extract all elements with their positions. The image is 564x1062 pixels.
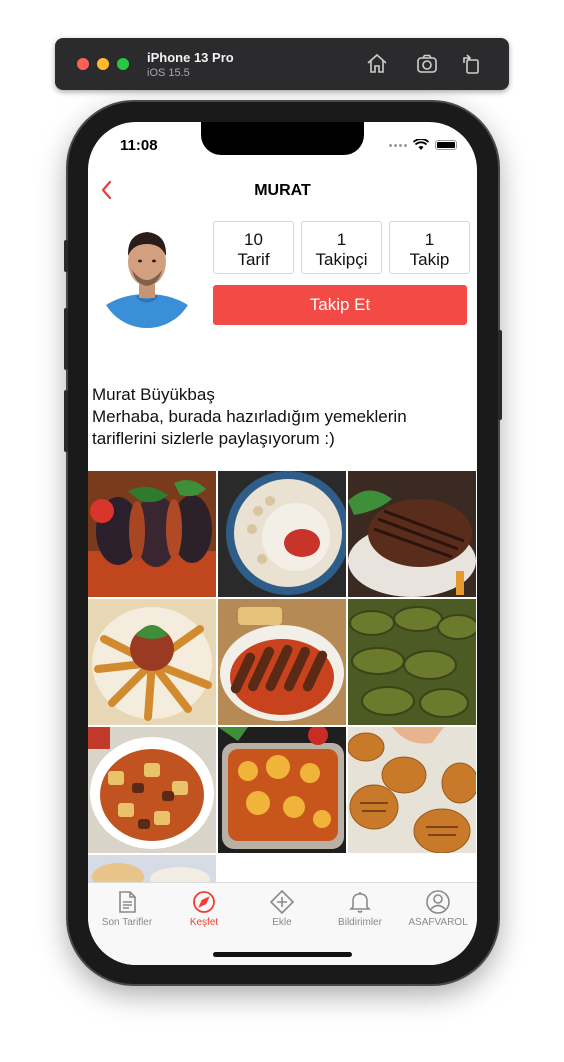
rotate-icon[interactable] [459, 52, 483, 76]
app-screen: 11:08 MURAT 10 Tarif 1 Takipçi 1 Takip T… [88, 122, 477, 965]
simulator-toolbar: iPhone 13 Pro iOS 15.5 [55, 38, 509, 90]
avatar [99, 214, 195, 328]
tab-kesfet[interactable]: Keşfet [165, 889, 243, 928]
meat-potato-stew-photo[interactable] [88, 727, 216, 853]
screenshot-icon[interactable] [415, 52, 439, 76]
recipe-count-label: Tarif [237, 250, 270, 269]
device-name: iPhone 13 Pro [147, 50, 234, 65]
tab-label-asafvarol: ASAFVAROL [408, 917, 468, 928]
compass-icon [191, 889, 217, 915]
tab-label-son-tarifler: Son Tarifler [101, 917, 153, 928]
borek-rolls-photo[interactable] [88, 599, 216, 725]
tab-label-bildirimler: Bildirimler [338, 917, 382, 928]
bread-photo[interactable] [88, 855, 216, 883]
tab-son-tarifler[interactable]: Son Tarifler [88, 889, 166, 928]
followers-count-label: Takipçi [315, 250, 368, 269]
stuffed-grape-leaves-photo[interactable] [348, 599, 476, 725]
follow-button[interactable]: Takip Et [213, 285, 467, 325]
following-count-label: Takip [409, 250, 450, 269]
status-time: 11:08 [120, 137, 158, 154]
user-circle-icon [425, 889, 451, 915]
volume-down-button [64, 390, 68, 452]
casserole-photo[interactable] [218, 727, 346, 853]
manti-photo[interactable] [218, 471, 346, 597]
profile-name: Murat Büyükbaş [92, 385, 215, 404]
following-count: 1 [424, 230, 435, 249]
bread-rolls-photo[interactable] [348, 727, 476, 853]
close-window-button[interactable] [77, 58, 89, 70]
document-icon [114, 889, 140, 915]
signal-icon [389, 143, 407, 147]
recipe-count-button[interactable]: 10 Tarif [213, 221, 294, 274]
volume-up-button [64, 308, 68, 370]
power-button [498, 330, 502, 420]
tab-label-kesfet: Keşfet [189, 917, 219, 928]
add-diamond-icon [269, 889, 295, 915]
followers-count: 1 [336, 230, 347, 249]
wifi-icon [413, 139, 429, 150]
minimize-window-button[interactable] [97, 58, 109, 70]
bell-icon [347, 889, 373, 915]
os-version: iOS 15.5 [147, 67, 190, 79]
kofte-kebab-photo[interactable] [218, 599, 346, 725]
page-title: MURAT [254, 182, 311, 199]
bio-text: Merhaba, burada hazırladığım yemeklerin … [92, 407, 407, 448]
tab-bildirimler[interactable]: Bildirimler [321, 889, 399, 928]
eggplant-kebab-photo[interactable] [88, 471, 216, 597]
notch [201, 122, 364, 155]
profile-bio: Murat Büyükbaş Merhaba, burada hazırladı… [92, 384, 472, 450]
mute-switch [64, 240, 68, 272]
battery-icon [435, 140, 457, 150]
tab-ekle[interactable]: Ekle [243, 889, 321, 928]
home-indicator[interactable] [213, 952, 352, 957]
following-count-button[interactable]: 1 Takip [389, 221, 470, 274]
home-icon[interactable] [365, 52, 389, 76]
tab-asafvarol[interactable]: ASAFVAROL [399, 889, 477, 928]
grilled-steak-photo[interactable] [348, 471, 476, 597]
zoom-window-button[interactable] [117, 58, 129, 70]
tab-label-ekle: Ekle [272, 917, 292, 928]
status-icons [389, 139, 457, 151]
recipe-count: 10 [244, 230, 263, 249]
followers-count-button[interactable]: 1 Takipçi [301, 221, 382, 274]
